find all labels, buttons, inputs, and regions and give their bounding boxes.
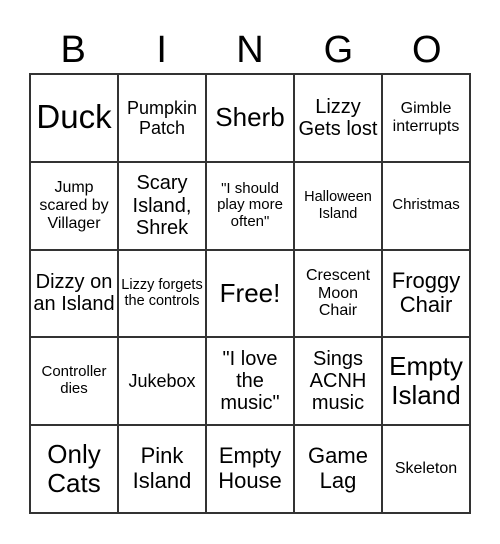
bingo-cell[interactable]: Gimble interrupts <box>382 74 470 162</box>
bingo-cell[interactable]: Jukebox <box>118 337 206 426</box>
bingo-cell[interactable]: Lizzy Gets lost <box>294 74 382 162</box>
bingo-cell[interactable]: Only Cats <box>30 425 118 513</box>
bingo-cell[interactable]: Crescent Moon Chair <box>294 249 382 338</box>
header-letter-b: B <box>60 29 86 71</box>
bingo-cell[interactable]: Game Lag <box>294 425 382 513</box>
bingo-cell[interactable]: Controller dies <box>30 337 118 426</box>
bingo-cell[interactable]: Empty Island <box>382 337 470 426</box>
header-letter-i: I <box>156 29 167 71</box>
bingo-cell[interactable]: "I love the music" <box>206 337 294 426</box>
bingo-cell[interactable]: Duck <box>30 74 118 162</box>
bingo-cell[interactable]: Christmas <box>382 161 470 250</box>
bingo-board: Duck Pumpkin Patch Sherb Lizzy Gets lost… <box>29 73 471 514</box>
bingo-header: B I N G O <box>29 28 471 72</box>
bingo-cell[interactable]: Pumpkin Patch <box>118 74 206 162</box>
free-space[interactable]: Free! <box>206 249 294 338</box>
bingo-cell[interactable]: Empty House <box>206 425 294 513</box>
bingo-cell[interactable]: Lizzy forgets the controls <box>118 249 206 338</box>
header-letter-g: G <box>323 29 354 71</box>
bingo-cell[interactable]: Jump scared by Villager <box>30 161 118 250</box>
bingo-cell[interactable]: "I should play more often" <box>206 161 294 250</box>
bingo-cell[interactable]: Halloween Island <box>294 161 382 250</box>
bingo-cell[interactable]: Sherb <box>206 74 294 162</box>
bingo-cell[interactable]: Sings ACNH music <box>294 337 382 426</box>
bingo-cell[interactable]: Skeleton <box>382 425 470 513</box>
header-letter-o: O <box>412 29 442 71</box>
bingo-cell[interactable]: Dizzy on an Island <box>30 249 118 338</box>
bingo-cell[interactable]: Pink Island <box>118 425 206 513</box>
header-letter-n: N <box>236 29 264 71</box>
bingo-cell[interactable]: Froggy Chair <box>382 249 470 338</box>
bingo-cell[interactable]: Scary Island, Shrek <box>118 161 206 250</box>
